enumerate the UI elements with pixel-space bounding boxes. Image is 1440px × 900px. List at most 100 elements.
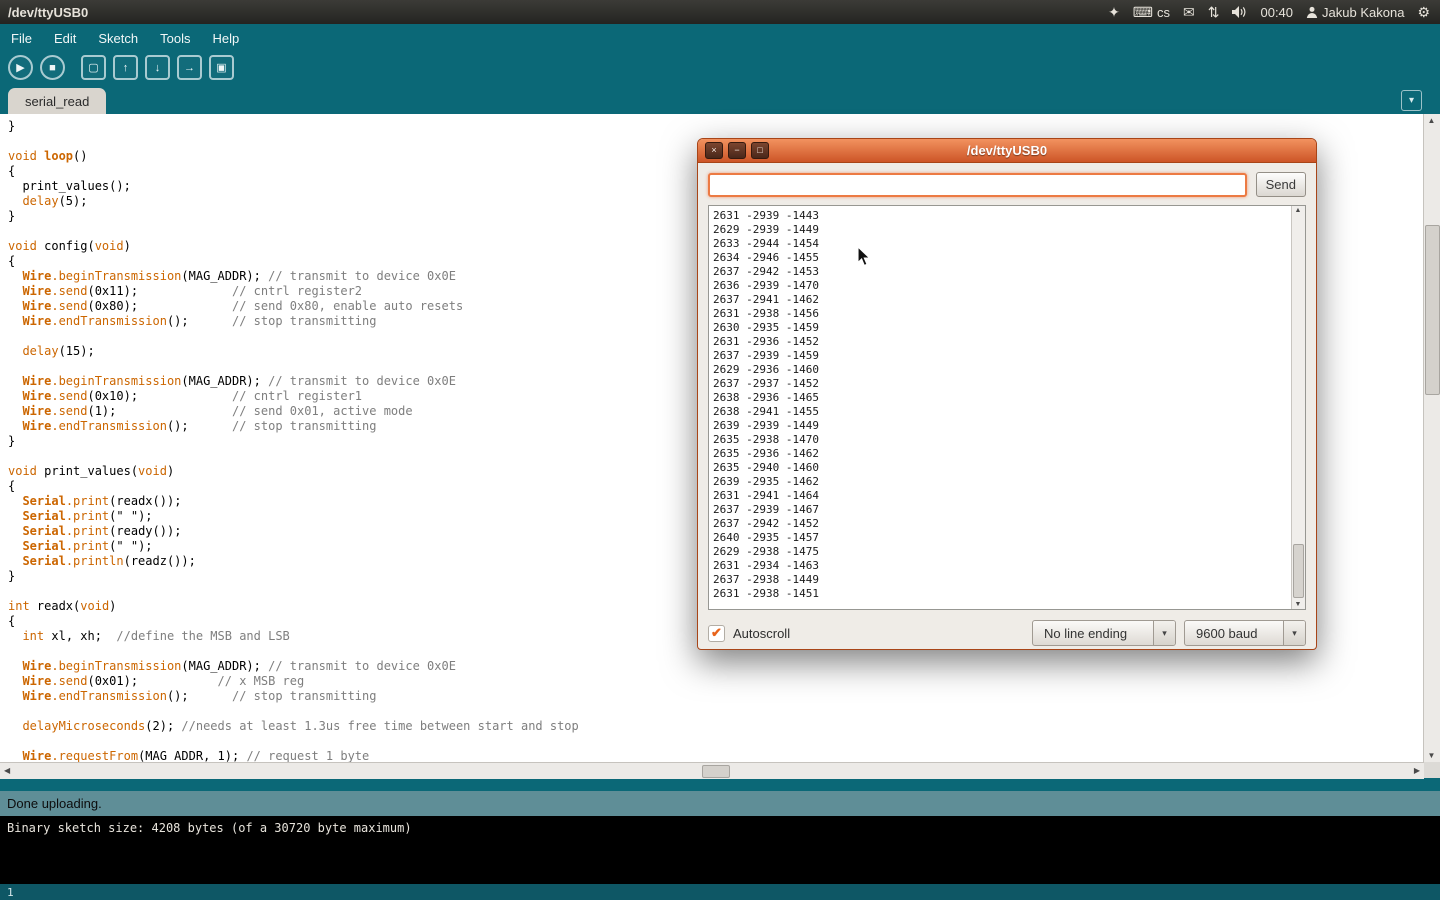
serial-line: 2637 -2939 -1459 (713, 349, 1291, 363)
indicator-icon[interactable]: ✦ (1108, 5, 1120, 19)
save-sketch-button[interactable]: ↓ (145, 55, 170, 80)
code-line: Wire.endTransmission(); // stop transmit… (8, 689, 1424, 704)
volume-icon[interactable] (1232, 6, 1247, 18)
serial-line: 2640 -2935 -1457 (713, 531, 1291, 545)
tab-serial-read[interactable]: serial_read (8, 88, 106, 114)
chevron-down-icon: ▾ (1283, 621, 1305, 645)
serial-monitor-footer: ✔ Autoscroll No line ending ▾ 9600 baud … (698, 610, 1316, 646)
code-line: Wire.beginTransmission(MAG_ADDR); // tra… (8, 659, 1424, 674)
session-gear-icon[interactable]: ⚙ (1417, 5, 1430, 19)
open-sketch-button[interactable]: ↑ (113, 55, 138, 80)
serial-line: 2637 -2941 -1462 (713, 293, 1291, 307)
line-ending-value: No line ending (1033, 621, 1153, 645)
menu-edit[interactable]: Edit (43, 26, 87, 51)
system-panel: /dev/ttyUSB0 ✦ ⌨ cs ✉ ⇅ 00:40 Jakub Kako… (0, 0, 1440, 24)
editor-horizontal-scrollbar[interactable]: ◀ ▶ (0, 762, 1424, 779)
menubar: FileEditSketchToolsHelp (0, 24, 1440, 52)
serial-input[interactable] (708, 173, 1247, 197)
scroll-down-icon[interactable]: ▼ (1424, 751, 1439, 760)
menu-help[interactable]: Help (201, 26, 250, 51)
vertical-scroll-thumb[interactable] (1425, 225, 1440, 395)
serial-line: 2637 -2937 -1452 (713, 377, 1291, 391)
serial-monitor-title: /dev/ttyUSB0 (698, 143, 1316, 158)
close-button[interactable]: × (705, 142, 723, 159)
editor-vertical-scrollbar[interactable]: ▲ ▼ (1423, 114, 1440, 762)
scroll-up-icon[interactable]: ▲ (1292, 207, 1304, 214)
serial-output-text: 2631 -2939 -14432629 -2939 -14492633 -29… (709, 206, 1291, 609)
serial-line: 2631 -2939 -1443 (713, 209, 1291, 223)
new-sketch-button[interactable]: ▢ (81, 55, 106, 80)
serial-line: 2637 -2942 -1452 (713, 517, 1291, 531)
scroll-up-icon[interactable]: ▲ (1424, 116, 1439, 125)
serial-line: 2633 -2944 -1454 (713, 237, 1291, 251)
horizontal-scroll-thumb[interactable] (702, 765, 730, 778)
serial-line: 2631 -2941 -1464 (713, 489, 1291, 503)
serial-monitor-button[interactable]: ▣ (209, 55, 234, 80)
serial-line: 2639 -2935 -1462 (713, 475, 1291, 489)
menu-file[interactable]: File (0, 26, 43, 51)
tab-label: serial_read (25, 94, 89, 109)
code-line: Wire.send(0x01); // x MSB reg (8, 674, 1424, 689)
menu-sketch[interactable]: Sketch (87, 26, 149, 51)
system-tray: ✦ ⌨ cs ✉ ⇅ 00:40 Jakub Kakona ⚙ (1108, 5, 1430, 20)
serial-output-scrollbar[interactable]: ▲ ▼ (1291, 206, 1305, 609)
code-line: } (8, 119, 1424, 134)
serial-line: 2637 -2939 -1467 (713, 503, 1291, 517)
scrollbar-corner (1424, 762, 1440, 778)
serial-line: 2635 -2940 -1460 (713, 461, 1291, 475)
code-line: Wire.requestFrom(MAG_ADDR, 1); // reques… (8, 749, 1424, 762)
keyboard-icon: ⌨ (1133, 5, 1153, 19)
serial-line: 2635 -2936 -1462 (713, 447, 1291, 461)
clock[interactable]: 00:40 (1260, 5, 1293, 20)
scroll-right-icon[interactable]: ▶ (1414, 766, 1420, 775)
network-icon[interactable]: ⇅ (1208, 5, 1220, 19)
minimize-button[interactable]: − (728, 142, 746, 159)
serial-line: 2629 -2938 -1475 (713, 545, 1291, 559)
tab-bar: serial_read ▾ (0, 88, 1440, 114)
code-line: delayMicroseconds(2); //needs at least 1… (8, 719, 1424, 734)
tab-menu-button[interactable]: ▾ (1401, 90, 1422, 111)
serial-line: 2629 -2939 -1449 (713, 223, 1291, 237)
user-menu[interactable]: Jakub Kakona (1306, 5, 1404, 20)
console-text: Binary sketch size: 4208 bytes (of a 307… (7, 821, 412, 835)
serial-line: 2631 -2938 -1451 (713, 587, 1291, 601)
serial-monitor-titlebar[interactable]: × − □ /dev/ttyUSB0 (698, 139, 1316, 163)
stop-button[interactable]: ■ (40, 55, 65, 80)
serial-line: 2631 -2934 -1463 (713, 559, 1291, 573)
mail-icon[interactable]: ✉ (1183, 5, 1195, 19)
code-line (8, 704, 1424, 719)
current-line-number: 1 (7, 886, 14, 899)
line-ending-select[interactable]: No line ending ▾ (1032, 620, 1176, 646)
scroll-left-icon[interactable]: ◀ (4, 766, 10, 775)
serial-line: 2634 -2946 -1455 (713, 251, 1291, 265)
upload-button[interactable]: → (177, 55, 202, 80)
verify-button[interactable]: ▶ (8, 55, 33, 80)
keyboard-layout-label: cs (1157, 5, 1170, 20)
line-number-strip: 1 (0, 884, 1440, 900)
baud-rate-value: 9600 baud (1185, 621, 1283, 645)
serial-line: 2635 -2938 -1470 (713, 433, 1291, 447)
serial-monitor-window[interactable]: × − □ /dev/ttyUSB0 Send 2631 -2939 -1443… (697, 138, 1317, 650)
serial-input-row: Send (698, 163, 1316, 205)
serial-scroll-thumb[interactable] (1293, 544, 1304, 598)
autoscroll-checkbox[interactable]: ✔ (708, 625, 725, 642)
serial-line: 2631 -2936 -1452 (713, 335, 1291, 349)
serial-line: 2638 -2936 -1465 (713, 391, 1291, 405)
serial-line: 2629 -2936 -1460 (713, 363, 1291, 377)
serial-line: 2639 -2939 -1449 (713, 419, 1291, 433)
code-line (8, 734, 1424, 749)
check-icon: ✔ (711, 626, 722, 639)
status-bar: Done uploading. (0, 791, 1440, 816)
scroll-down-icon[interactable]: ▼ (1292, 601, 1304, 608)
toolbar: ▶ ■ ▢ ↑ ↓ → ▣ (8, 55, 234, 80)
focused-window-title: /dev/ttyUSB0 (8, 5, 88, 20)
baud-rate-select[interactable]: 9600 baud ▾ (1184, 620, 1306, 646)
serial-output-area[interactable]: 2631 -2939 -14432629 -2939 -14492633 -29… (708, 205, 1306, 610)
keyboard-layout-indicator[interactable]: ⌨ cs (1133, 5, 1170, 20)
maximize-button[interactable]: □ (751, 142, 769, 159)
serial-line: 2636 -2939 -1470 (713, 279, 1291, 293)
send-button[interactable]: Send (1256, 172, 1306, 197)
menu-tools[interactable]: Tools (149, 26, 201, 51)
desktop: { "panel": { "title": "/dev/ttyUSB0", "k… (0, 0, 1440, 900)
serial-line: 2637 -2938 -1449 (713, 573, 1291, 587)
